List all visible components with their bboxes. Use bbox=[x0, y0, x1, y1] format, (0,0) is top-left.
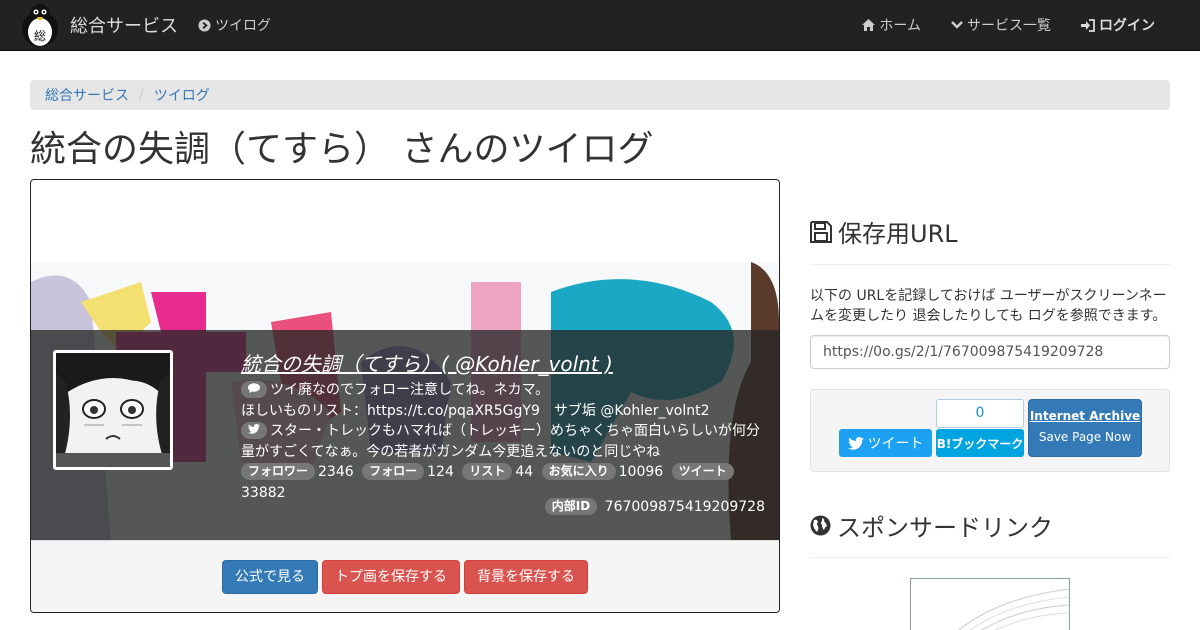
breadcrumb-home[interactable]: 総合サービス bbox=[45, 85, 129, 105]
internet-archive-title: Internet Archive bbox=[1029, 409, 1141, 423]
stat-tweets-value: 33882 bbox=[241, 484, 286, 501]
profile-bio: ツイ廃なのでフォロー注意してね。ネカマ。 ほしいものリスト：https://t.… bbox=[241, 380, 771, 421]
profile-bio-line2: ほしいものリスト：https://t.co/pqaXR5GgY9 サブ垢 @Ko… bbox=[241, 402, 710, 419]
share-panel: ツイート 0 B!ブックマーク Internet Archive Save Pa… bbox=[810, 389, 1170, 472]
page-title: 統合の失調（てすら） さんのツイログ bbox=[30, 129, 654, 170]
nav-twilog-label: ツイログ bbox=[215, 18, 271, 34]
avatar-image bbox=[56, 353, 170, 467]
hatena-count[interactable]: 0 bbox=[936, 399, 1024, 428]
chevron-circle-right-icon bbox=[198, 18, 211, 32]
profile-bio-line1: ツイ廃なのでフォロー注意してね。ネカマ。 bbox=[270, 382, 550, 398]
hatena-bookmark: 0 B!ブックマーク bbox=[936, 399, 1024, 457]
penguin-logo-icon: 総 bbox=[22, 4, 58, 47]
nav-services[interactable]: サービス一覧 bbox=[936, 0, 1066, 50]
internal-id-label: 内部ID bbox=[544, 498, 598, 515]
save-url-heading: 保存用URL bbox=[810, 214, 958, 249]
home-icon bbox=[862, 19, 876, 31]
stat-following-label: フォロー bbox=[362, 463, 425, 480]
tweet-button[interactable]: ツイート bbox=[839, 429, 932, 457]
nav-right: ホーム サービス一覧 ログイン bbox=[847, 0, 1200, 50]
nav-twilog-link[interactable]: ツイログ bbox=[198, 0, 271, 50]
brand-text: 総合サービス bbox=[70, 16, 178, 37]
stat-lists-label: リスト bbox=[462, 463, 513, 480]
stat-favorites-label: お気に入り bbox=[541, 463, 616, 480]
breadcrumb-twilog[interactable]: ツイログ bbox=[154, 85, 210, 105]
profile-info: 統合の失調（てすら）( @Kohler_volnt ) ツイ廃なのでフォロー注意… bbox=[241, 350, 771, 503]
stat-tweets-label: ツイート bbox=[671, 463, 734, 480]
comment-icon bbox=[241, 381, 267, 398]
tweet-button-label: ツイート bbox=[867, 436, 924, 452]
hatena-bookmark-button[interactable]: B!ブックマーク bbox=[936, 429, 1024, 457]
brand-link[interactable]: 総 総合サービス bbox=[20, 0, 178, 50]
profile-avatar[interactable] bbox=[53, 350, 173, 470]
save-banner-button[interactable]: 背景を保存する bbox=[464, 559, 588, 594]
internal-id-value: 767009875419209728 bbox=[604, 499, 765, 515]
nav-services-label: サービス一覧 bbox=[967, 18, 1051, 34]
profile-card-footer: 公式で見る トプ画を保存する 背景を保存する bbox=[31, 540, 779, 612]
twitter-bird-icon bbox=[847, 436, 864, 450]
ad-banner[interactable] bbox=[910, 578, 1070, 630]
breadcrumb-separator: / bbox=[139, 87, 144, 103]
stat-lists-value: 44 bbox=[515, 464, 534, 480]
sponsored-heading-text: スポンサードリンク bbox=[837, 514, 1053, 542]
chevron-down-icon bbox=[951, 21, 963, 29]
save-url-heading-text: 保存用URL bbox=[838, 220, 958, 248]
twitter-bird-icon bbox=[241, 422, 267, 439]
sponsored-heading: スポンサードリンク bbox=[810, 508, 1053, 543]
save-url-field[interactable] bbox=[810, 335, 1170, 369]
profile-stats: フォロワー 2346 フォロー 124 リスト 44 お気に入り 10096 ツイート 3… bbox=[241, 462, 771, 503]
svg-text:総: 総 bbox=[34, 29, 46, 43]
stat-followers-label: フォロワー bbox=[241, 463, 316, 480]
globe-icon bbox=[810, 515, 831, 536]
floppy-disk-icon bbox=[810, 220, 832, 243]
nav-home-label: ホーム bbox=[879, 18, 921, 34]
save-url-divider bbox=[810, 264, 1170, 265]
ad-image bbox=[911, 579, 1069, 630]
profile-name-link[interactable]: 統合の失調（てすら）( @Kohler_volnt ) bbox=[241, 350, 771, 378]
view-official-button[interactable]: 公式で見る bbox=[222, 559, 318, 594]
nav-login[interactable]: ログイン bbox=[1066, 0, 1200, 50]
internal-id: 内部ID 767009875419209728 bbox=[544, 498, 765, 515]
sign-in-icon bbox=[1081, 18, 1095, 32]
stat-favorites-value: 10096 bbox=[618, 464, 664, 480]
internet-archive-subtitle: Save Page Now bbox=[1038, 430, 1132, 444]
profile-card: 統合の失調（てすら）( @Kohler_volnt ) ツイ廃なのでフォロー注意… bbox=[30, 179, 780, 613]
stat-followers-value: 2346 bbox=[318, 464, 354, 480]
breadcrumb: 総合サービス / ツイログ bbox=[30, 80, 1170, 110]
stat-following-value: 124 bbox=[427, 464, 454, 480]
profile-latest-tweet: スター・トレックもハマれば（トレッキー）めちゃくちゃ面白いらしいが何分量がすごく… bbox=[241, 421, 771, 462]
nav-login-label: ログイン bbox=[1099, 18, 1155, 34]
nav-home[interactable]: ホーム bbox=[847, 0, 936, 50]
navbar: 総 総合サービス ツイログ ホーム サービス一覧 ログイン bbox=[0, 0, 1200, 51]
internet-archive-button[interactable]: Internet Archive Save Page Now bbox=[1028, 399, 1142, 457]
sponsored-divider bbox=[810, 557, 1170, 558]
save-url-description: 以下の URLを記録しておけば ユーザーがスクリーンネームを変更したり 退会した… bbox=[810, 288, 1167, 324]
profile-latest-tweet-text: スター・トレックもハマれば（トレッキー）めちゃくちゃ面白いらしいが何分量がすごく… bbox=[241, 423, 760, 460]
profile-banner[interactable]: 統合の失調（てすら）( @Kohler_volnt ) ツイ廃なのでフォロー注意… bbox=[31, 180, 779, 540]
save-avatar-button[interactable]: トプ画を保存する bbox=[322, 559, 460, 594]
